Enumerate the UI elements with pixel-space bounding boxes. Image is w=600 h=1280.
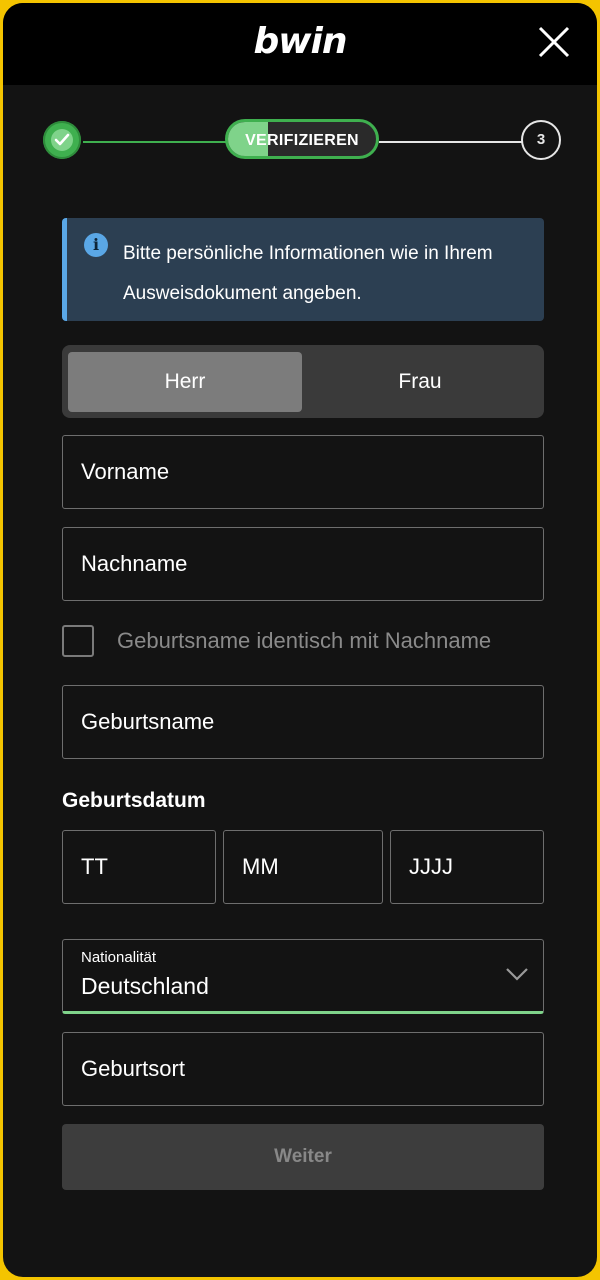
step-2-label: VERIFIZIEREN — [245, 132, 359, 149]
birthname-input[interactable] — [63, 686, 543, 758]
dob-day-field — [62, 830, 216, 904]
nationality-select[interactable]: Nationalität Deutschland — [62, 939, 544, 1014]
dob-month-input[interactable] — [224, 831, 382, 903]
chevron-down-icon — [506, 968, 528, 981]
step-1-complete — [43, 121, 81, 159]
dob-label: Geburtsdatum — [62, 789, 206, 812]
info-text: Bitte persönliche Informationen wie in I… — [123, 243, 493, 304]
dob-year-input[interactable] — [391, 831, 543, 903]
gender-option-herr[interactable]: Herr — [68, 352, 302, 412]
progress-stepper: VERIFIZIEREN 3 — [3, 115, 597, 169]
dob-month-field — [223, 830, 383, 904]
info-icon: i — [84, 233, 108, 257]
nationality-value: Deutschland — [81, 973, 209, 999]
logo-text: bwin — [253, 21, 348, 62]
gender-option-frau[interactable]: Frau — [302, 352, 538, 412]
step-3: 3 — [521, 120, 561, 160]
birthname-same-row: Geburtsname identisch mit Nachname — [62, 625, 544, 661]
first-name-field — [62, 435, 544, 509]
dob-year-field — [390, 830, 544, 904]
first-name-input[interactable] — [63, 436, 543, 508]
step-2-active: VERIFIZIEREN — [225, 119, 379, 159]
close-icon[interactable] — [537, 25, 571, 59]
stepper-line-completed — [83, 141, 231, 143]
dob-day-input[interactable] — [63, 831, 215, 903]
checkmark-icon — [54, 133, 70, 146]
bwin-logo: bwin — [3, 21, 597, 62]
birthname-same-label: Geburtsname identisch mit Nachname — [117, 628, 492, 653]
last-name-field — [62, 527, 544, 601]
gender-toggle: Herr Frau — [62, 345, 544, 418]
birthname-field — [62, 685, 544, 759]
stepper-line-pending — [379, 141, 523, 143]
birthplace-field — [62, 1032, 544, 1106]
birthplace-input[interactable] — [63, 1033, 543, 1105]
header: bwin — [3, 3, 597, 85]
nationality-label: Nationalität — [81, 949, 157, 966]
continue-button[interactable]: Weiter — [62, 1124, 544, 1190]
birthname-same-checkbox[interactable] — [62, 625, 94, 657]
info-banner: i Bitte persönliche Informationen wie in… — [62, 218, 544, 321]
last-name-input[interactable] — [63, 528, 543, 600]
registration-dialog: bwin VERIFIZIEREN 3 i Bitte persönliche … — [3, 3, 597, 1277]
